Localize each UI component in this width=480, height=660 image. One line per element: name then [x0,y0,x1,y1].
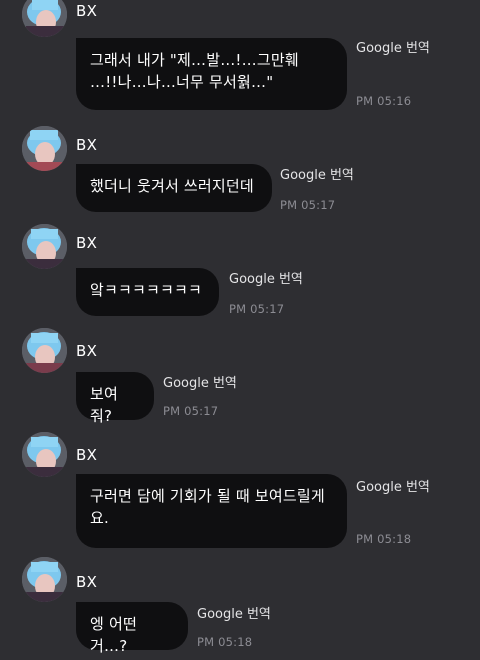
message-bubble[interactable]: 구러면 담에 기회가 될 때 보여드릴게 요. [76,474,347,548]
timestamp: PM 05:17 [229,302,285,316]
profile-avatar-icon [22,126,67,171]
sender-name: BX [76,342,98,360]
timestamp: PM 05:17 [163,404,219,418]
sender-name: BX [76,573,98,591]
profile-avatar-icon [22,557,67,602]
google-translate-link[interactable]: Google 번역 [356,41,430,57]
google-translate-link[interactable]: Google 번역 [197,607,271,623]
timestamp: PM 05:17 [280,198,336,212]
message-bubble[interactable]: 엥 어떤거…? [76,602,188,655]
timestamp: PM 05:18 [197,635,253,649]
sender-name: BX [76,2,98,20]
avatar[interactable] [22,557,67,602]
message-bubble[interactable]: 보여줘? [76,372,154,425]
profile-avatar-icon [22,328,67,373]
profile-avatar-icon [22,224,67,269]
timestamp: PM 05:16 [356,94,412,108]
avatar[interactable] [22,432,67,477]
google-translate-link[interactable]: Google 번역 [229,272,303,288]
avatar[interactable] [22,126,67,171]
google-translate-link[interactable]: Google 번역 [280,168,354,184]
sender-name: BX [76,136,98,154]
avatar[interactable] [22,224,67,269]
profile-avatar-icon [22,432,67,477]
google-translate-link[interactable]: Google 번역 [356,480,430,496]
sender-name: BX [76,446,98,464]
message-bubble[interactable]: 했더니 웃겨서 쓰러지던데 [76,164,272,212]
avatar[interactable] [22,0,67,37]
message-bubble[interactable]: 그래서 내가 "제…발…!…그만훼 …!!나…나…너무 무서웕…" [76,38,347,110]
sender-name: BX [76,234,98,252]
avatar[interactable] [22,328,67,373]
profile-avatar-icon [22,0,67,37]
google-translate-link[interactable]: Google 번역 [163,376,237,392]
message-bubble[interactable]: 앜ㅋㅋㅋㅋㅋㅋㅋ [76,268,219,316]
timestamp: PM 05:18 [356,532,412,546]
